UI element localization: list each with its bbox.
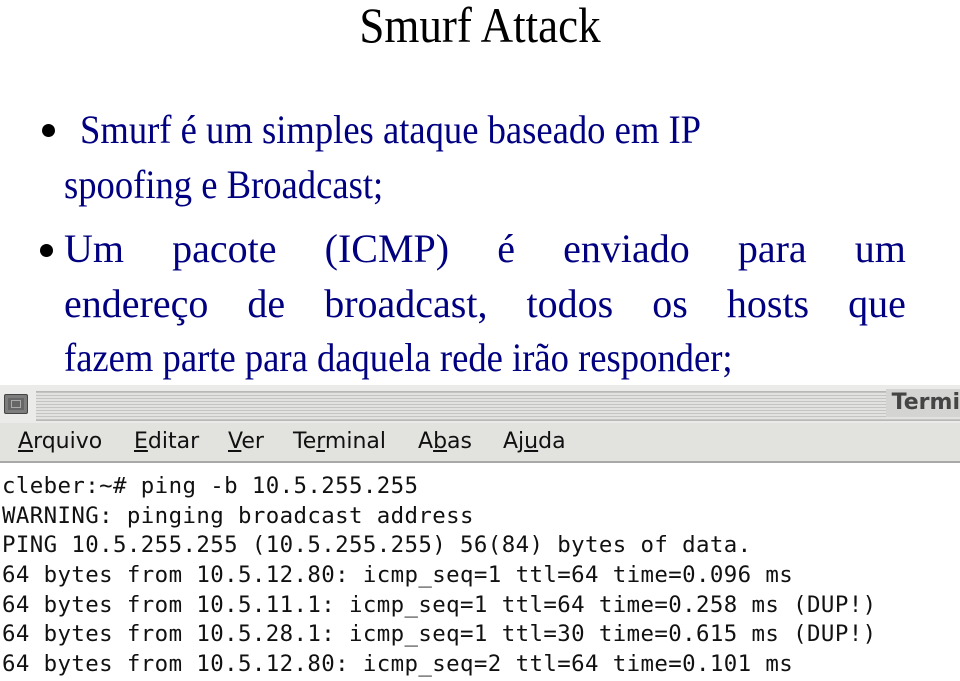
slide-title: Smurf Attack bbox=[359, 0, 601, 53]
terminal-window-icon[interactable] bbox=[4, 394, 28, 414]
bullet-icon bbox=[42, 124, 55, 137]
word: os bbox=[652, 281, 688, 326]
word: pacote bbox=[172, 226, 277, 271]
bullet-2-line-1: Um pacote (ICMP) é enviado para um bbox=[64, 229, 906, 269]
word: Um bbox=[64, 226, 124, 271]
menu-editar[interactable]: Editar bbox=[134, 429, 199, 455]
menu-bar: Arquivo Editar Ver Terminal Abas Ajuda bbox=[0, 423, 960, 463]
terminal-line-ping-header: PING 10.5.255.255 (10.5.255.255) 56(84) … bbox=[2, 532, 752, 558]
menu-ajuda[interactable]: Ajuda bbox=[503, 429, 566, 455]
terminal-line-reply: 64 bytes from 10.5.28.1: icmp_seq=1 ttl=… bbox=[2, 621, 877, 647]
menu-abas[interactable]: Abas bbox=[418, 429, 472, 455]
word: hosts bbox=[726, 281, 810, 326]
word: que bbox=[848, 281, 906, 326]
titlebar-drag-area[interactable] bbox=[36, 391, 960, 421]
menu-terminal[interactable]: Terminal bbox=[293, 429, 386, 455]
word: de bbox=[247, 281, 286, 326]
word: endereço bbox=[64, 281, 209, 326]
word: (ICMP) bbox=[324, 226, 450, 271]
terminal-line-reply: 64 bytes from 10.5.12.80: icmp_seq=1 ttl… bbox=[2, 562, 794, 588]
bullet-2-line-2: endereço de broadcast, todos os hosts qu… bbox=[64, 284, 906, 324]
bullet-1-line-1: Smurf é um simples ataque baseado em IP bbox=[80, 107, 702, 152]
word: enviado bbox=[563, 226, 690, 271]
terminal-line-reply: 64 bytes from 10.5.12.80: icmp_seq=2 ttl… bbox=[2, 651, 794, 677]
menu-ver[interactable]: Ver bbox=[228, 429, 264, 455]
window-title: Termi bbox=[885, 389, 960, 417]
bullet-1-line-2: spoofing e Broadcast; bbox=[64, 162, 384, 207]
terminal-line-warning: WARNING: pinging broadcast address bbox=[2, 503, 474, 529]
word: para bbox=[737, 226, 807, 271]
terminal-line-reply: 64 bytes from 10.5.11.1: icmp_seq=1 ttl=… bbox=[2, 592, 877, 618]
word: todos bbox=[526, 281, 614, 326]
menu-arquivo[interactable]: Arquivo bbox=[18, 429, 102, 455]
terminal-output[interactable]: cleber:~# ping -b 10.5.255.255 WARNING: … bbox=[0, 463, 960, 681]
terminal-screenshot: Termi Arquivo Editar Ver Terminal Abas A… bbox=[0, 385, 960, 681]
bullet-2-line-3: fazem parte para daquela rede irão respo… bbox=[64, 335, 733, 380]
terminal-line-command: cleber:~# ping -b 10.5.255.255 bbox=[2, 473, 419, 499]
word: é bbox=[497, 226, 515, 271]
word: um bbox=[854, 226, 906, 271]
word: broadcast, bbox=[324, 281, 488, 326]
bullet-icon bbox=[40, 244, 53, 257]
window-titlebar[interactable]: Termi bbox=[0, 385, 960, 423]
